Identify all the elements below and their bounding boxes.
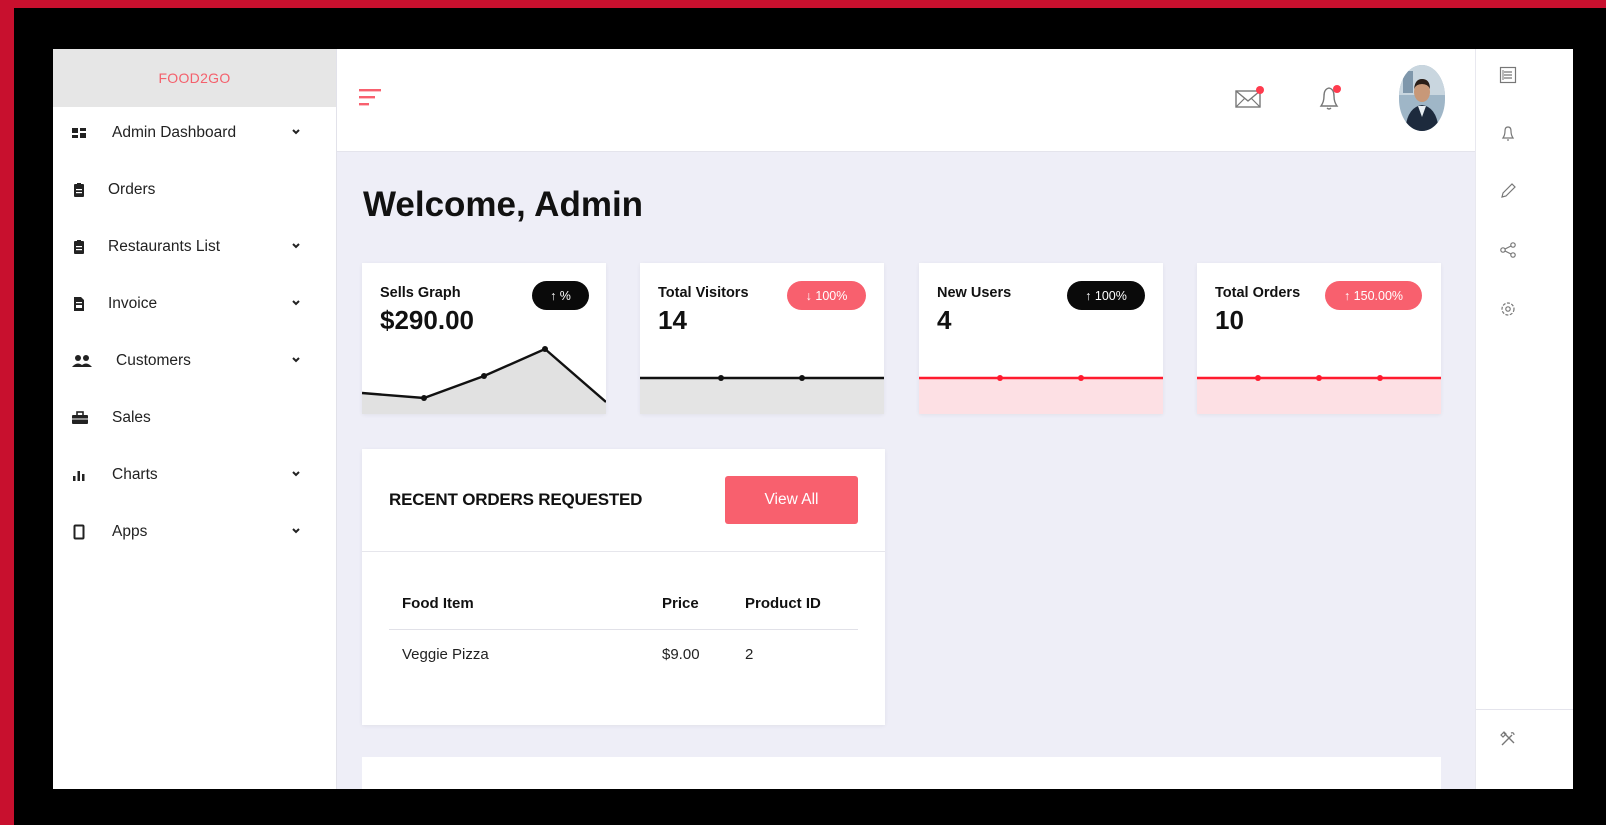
sparkline-chart [1197, 375, 1441, 414]
trend-badge: ↑ 150.00% [1325, 281, 1422, 310]
mail-icon[interactable] [1233, 82, 1265, 112]
sidebar-item-label: Apps [112, 523, 148, 540]
pencil-icon[interactable] [1498, 181, 1518, 201]
stat-card-value: 14 [658, 305, 687, 335]
sidebar-item-label: Sales [112, 409, 151, 426]
rail-divider [1476, 709, 1573, 710]
sidebar-item-orders[interactable]: Orders [53, 170, 337, 210]
cell-product-id: 2 [745, 646, 754, 663]
frame-left [0, 0, 14, 825]
stat-card-value: 10 [1215, 305, 1244, 335]
recent-orders-panel: RECENT ORDERS REQUESTED View All Food It… [362, 449, 885, 725]
mobile-icon [73, 524, 85, 540]
clipboard-icon [74, 240, 84, 254]
stat-card-title: New Users [937, 285, 1012, 301]
sidebar-item-admin-dashboard[interactable]: Admin Dashboard [53, 113, 337, 153]
stat-card-total-visitors[interactable]: Total Visitors 14 ↓ 100% [640, 263, 884, 414]
stat-card-value: $290.00 [380, 305, 474, 335]
sidebar-item-invoice[interactable]: Invoice [53, 284, 337, 324]
bell-icon[interactable] [1498, 123, 1518, 143]
chevron-down-icon [292, 528, 300, 534]
bar-chart-icon [73, 471, 85, 481]
column-header-price[interactable]: Price [662, 595, 699, 612]
page-title: Welcome, Admin [363, 185, 644, 224]
briefcase-icon [72, 411, 88, 424]
clipboard-icon [74, 183, 84, 197]
sparkline-chart [919, 375, 1163, 414]
column-header-food-item[interactable]: Food Item [402, 595, 474, 612]
sidebar-item-sales[interactable]: Sales [53, 398, 337, 438]
stat-card-title: Total Orders [1215, 285, 1301, 301]
tools-icon[interactable] [1498, 729, 1518, 749]
brand-logo[interactable]: FOOD2GO [53, 49, 336, 107]
right-rail [1475, 49, 1573, 789]
sidebar-item-charts[interactable]: Charts [53, 455, 337, 495]
chevron-down-icon [292, 300, 300, 306]
stat-card-new-users[interactable]: New Users 4 ↑ 100% [919, 263, 1163, 414]
trend-badge: ↓ 100% [787, 281, 866, 310]
stat-card-title: Total Visitors [658, 285, 749, 301]
sidebar-item-label: Invoice [108, 295, 158, 312]
column-header-product-id[interactable]: Product ID [745, 595, 821, 612]
list-icon[interactable] [1498, 65, 1518, 85]
panel-divider [362, 551, 885, 552]
share-icon[interactable] [1498, 240, 1518, 260]
bell-icon[interactable] [1313, 82, 1345, 112]
sidebar-item-label: Restaurants List [108, 238, 220, 255]
recent-orders-title: RECENT ORDERS REQUESTED [389, 490, 643, 509]
view-all-button[interactable]: View All [725, 476, 858, 524]
dashboard-icon [72, 128, 86, 138]
stat-card-sells-graph[interactable]: Sells Graph $290.00 ↑ % [362, 263, 606, 414]
cell-food-item: Veggie Pizza [402, 646, 489, 663]
chevron-down-icon [292, 357, 300, 363]
sidebar-item-label: Charts [112, 466, 158, 483]
top-header [337, 49, 1485, 152]
cell-price: $9.00 [662, 646, 700, 663]
sidebar-item-label: Admin Dashboard [112, 124, 237, 141]
settings-icon[interactable] [1498, 299, 1518, 319]
sidebar-item-customers[interactable]: Customers [53, 341, 337, 381]
sparkline-chart [362, 346, 606, 414]
sidebar-item-label: Orders [108, 181, 156, 198]
chevron-down-icon [292, 471, 300, 477]
avatar[interactable] [1399, 65, 1445, 131]
next-panel [362, 757, 1441, 789]
sidebar: FOOD2GO Admin Dashboard Orders Restauran… [53, 49, 337, 789]
trend-badge: ↑ 100% [1067, 281, 1145, 310]
frame-top [0, 0, 1606, 8]
stat-card-value: 4 [937, 305, 952, 335]
stat-card-total-orders[interactable]: Total Orders 10 ↑ 150.00% [1197, 263, 1441, 414]
sidebar-item-apps[interactable]: Apps [53, 512, 337, 552]
app-window: FOOD2GO Admin Dashboard Orders Restauran… [53, 49, 1573, 789]
trend-badge: ↑ % [532, 281, 589, 310]
table-divider [389, 629, 858, 630]
chevron-down-icon [292, 243, 300, 249]
chevron-down-icon [292, 129, 300, 135]
users-icon [72, 355, 92, 367]
sidebar-item-restaurants-list[interactable]: Restaurants List [53, 227, 337, 267]
stat-card-title: Sells Graph [380, 285, 461, 301]
document-icon [74, 297, 84, 311]
sparkline-chart [640, 375, 884, 414]
avatar-image [1399, 65, 1445, 131]
sidebar-item-label: Customers [116, 352, 191, 369]
menu-icon[interactable] [359, 87, 385, 107]
